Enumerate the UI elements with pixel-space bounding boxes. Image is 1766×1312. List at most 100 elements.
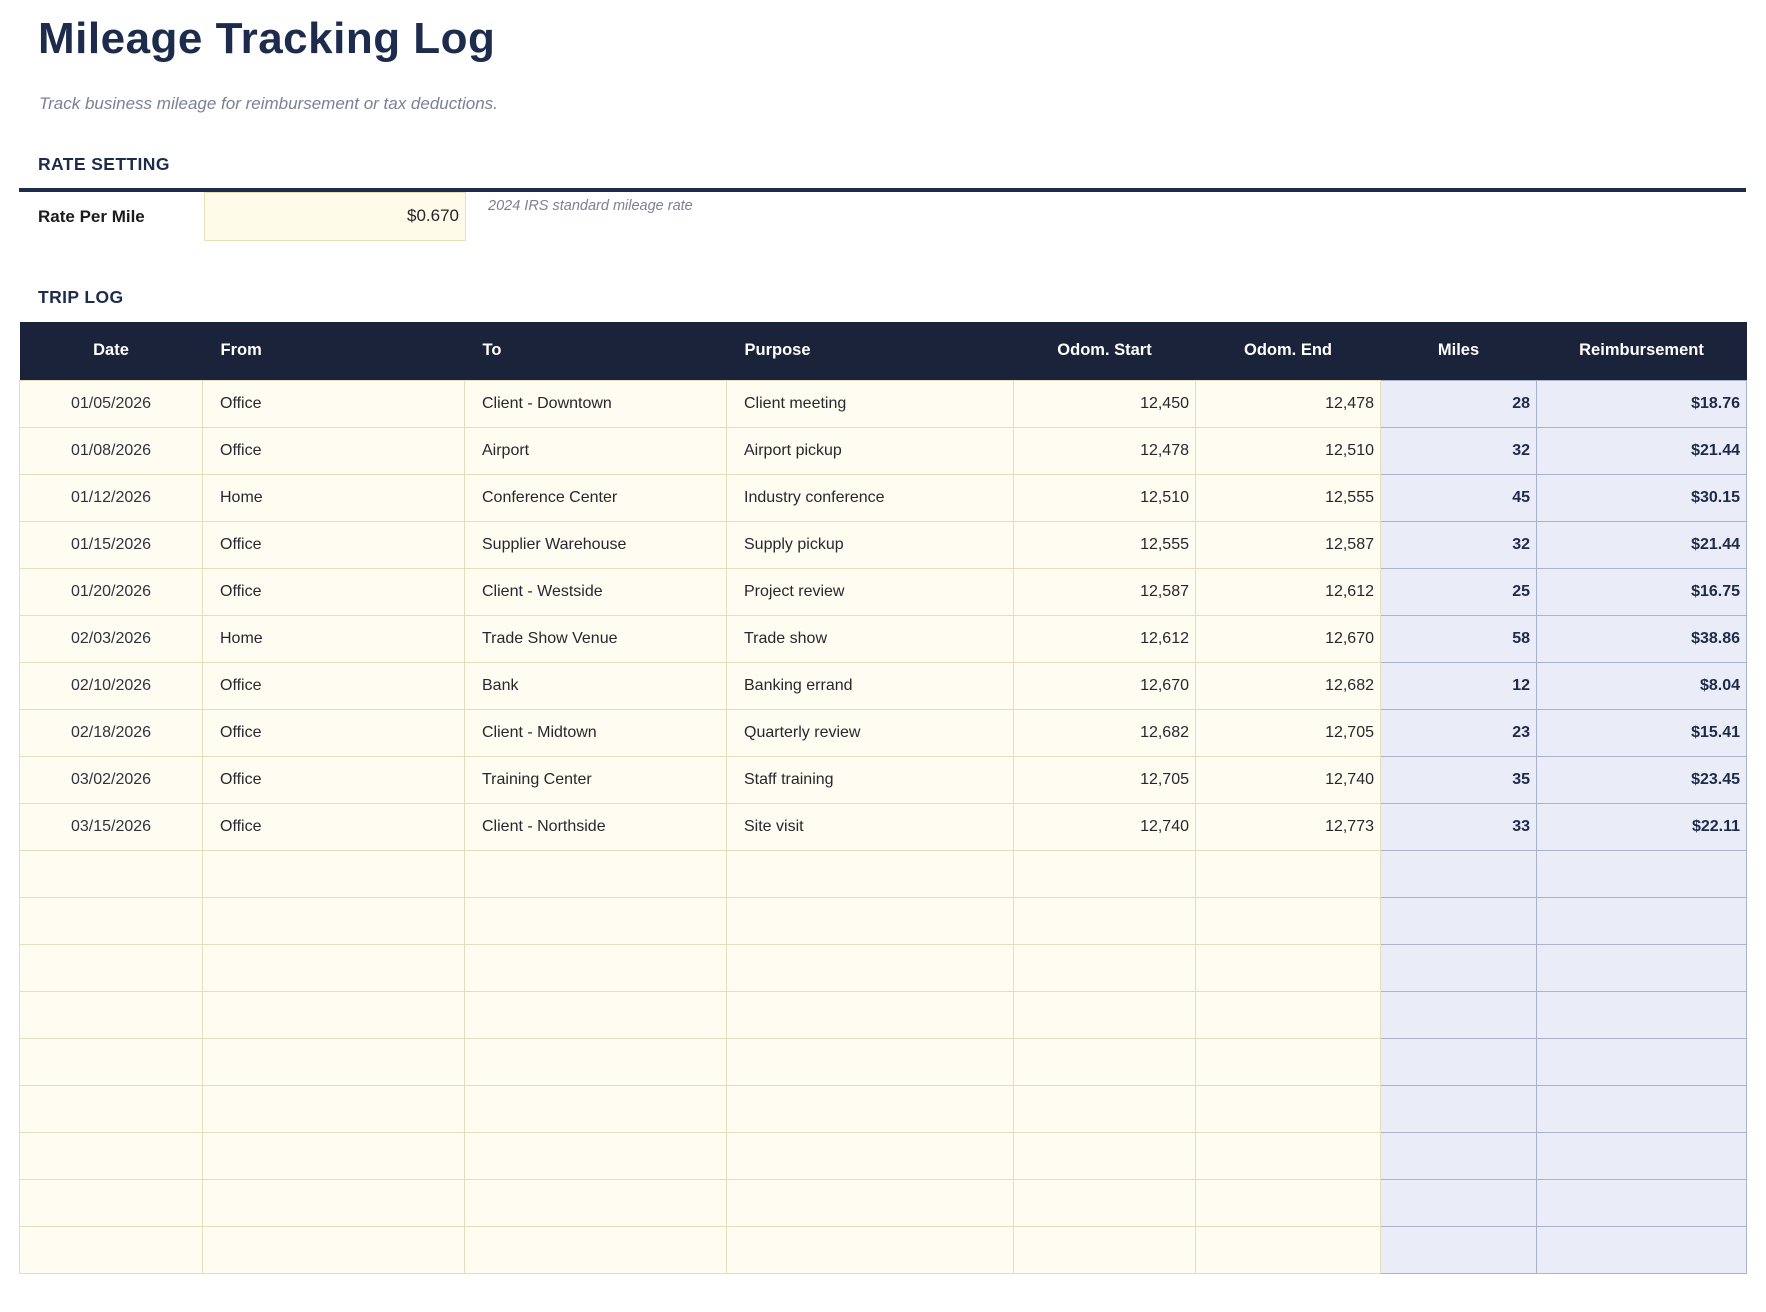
cell-miles[interactable] xyxy=(1381,1226,1537,1273)
cell-reimbursement[interactable] xyxy=(1537,944,1747,991)
cell-date[interactable] xyxy=(20,1132,203,1179)
cell-to[interactable] xyxy=(465,1085,727,1132)
cell-odom-end[interactable]: 12,478 xyxy=(1196,380,1381,427)
cell-purpose[interactable]: Trade show xyxy=(727,615,1014,662)
cell-reimbursement[interactable]: $22.11 xyxy=(1537,803,1747,850)
cell-reimbursement[interactable]: $16.75 xyxy=(1537,568,1747,615)
cell-odom-end[interactable] xyxy=(1196,991,1381,1038)
cell-odom-start[interactable]: 12,682 xyxy=(1014,709,1196,756)
cell-reimbursement[interactable]: $21.44 xyxy=(1537,427,1747,474)
cell-odom-end[interactable]: 12,705 xyxy=(1196,709,1381,756)
cell-miles[interactable] xyxy=(1381,991,1537,1038)
cell-date[interactable] xyxy=(20,850,203,897)
cell-date[interactable]: 01/15/2026 xyxy=(20,521,203,568)
cell-purpose[interactable] xyxy=(727,1132,1014,1179)
cell-from[interactable]: Home xyxy=(203,615,465,662)
cell-odom-start[interactable] xyxy=(1014,850,1196,897)
cell-from[interactable]: Home xyxy=(203,474,465,521)
cell-odom-end[interactable]: 12,773 xyxy=(1196,803,1381,850)
cell-to[interactable]: Conference Center xyxy=(465,474,727,521)
cell-from[interactable] xyxy=(203,944,465,991)
cell-miles[interactable]: 32 xyxy=(1381,521,1537,568)
cell-purpose[interactable] xyxy=(727,1038,1014,1085)
cell-to[interactable]: Airport xyxy=(465,427,727,474)
cell-odom-start[interactable]: 12,555 xyxy=(1014,521,1196,568)
cell-purpose[interactable]: Supply pickup xyxy=(727,521,1014,568)
cell-reimbursement[interactable] xyxy=(1537,1226,1747,1273)
cell-purpose[interactable]: Site visit xyxy=(727,803,1014,850)
cell-reimbursement[interactable]: $21.44 xyxy=(1537,521,1747,568)
cell-reimbursement[interactable]: $23.45 xyxy=(1537,756,1747,803)
cell-odom-end[interactable] xyxy=(1196,1226,1381,1273)
cell-date[interactable]: 02/18/2026 xyxy=(20,709,203,756)
cell-from[interactable]: Office xyxy=(203,756,465,803)
cell-odom-start[interactable]: 12,510 xyxy=(1014,474,1196,521)
cell-reimbursement[interactable] xyxy=(1537,1085,1747,1132)
cell-miles[interactable]: 28 xyxy=(1381,380,1537,427)
cell-miles[interactable] xyxy=(1381,1038,1537,1085)
cell-odom-start[interactable]: 12,612 xyxy=(1014,615,1196,662)
cell-miles[interactable] xyxy=(1381,1132,1537,1179)
cell-miles[interactable] xyxy=(1381,944,1537,991)
cell-odom-end[interactable] xyxy=(1196,850,1381,897)
rate-per-mile-input[interactable]: $0.670 xyxy=(204,192,466,241)
cell-reimbursement[interactable] xyxy=(1537,1038,1747,1085)
cell-to[interactable]: Trade Show Venue xyxy=(465,615,727,662)
cell-miles[interactable]: 33 xyxy=(1381,803,1537,850)
cell-odom-end[interactable] xyxy=(1196,944,1381,991)
cell-from[interactable] xyxy=(203,1179,465,1226)
cell-purpose[interactable] xyxy=(727,1226,1014,1273)
cell-odom-end[interactable]: 12,510 xyxy=(1196,427,1381,474)
cell-to[interactable] xyxy=(465,1132,727,1179)
cell-from[interactable]: Office xyxy=(203,380,465,427)
cell-odom-end[interactable] xyxy=(1196,1132,1381,1179)
cell-from[interactable] xyxy=(203,897,465,944)
cell-to[interactable]: Client - Midtown xyxy=(465,709,727,756)
cell-from[interactable] xyxy=(203,1085,465,1132)
cell-from[interactable]: Office xyxy=(203,568,465,615)
cell-date[interactable] xyxy=(20,944,203,991)
cell-date[interactable] xyxy=(20,1085,203,1132)
cell-date[interactable]: 01/05/2026 xyxy=(20,380,203,427)
cell-odom-end[interactable] xyxy=(1196,897,1381,944)
cell-purpose[interactable]: Banking errand xyxy=(727,662,1014,709)
cell-from[interactable]: Office xyxy=(203,427,465,474)
cell-odom-start[interactable]: 12,670 xyxy=(1014,662,1196,709)
cell-miles[interactable] xyxy=(1381,1179,1537,1226)
cell-miles[interactable] xyxy=(1381,1085,1537,1132)
cell-purpose[interactable]: Industry conference xyxy=(727,474,1014,521)
cell-to[interactable]: Client - Downtown xyxy=(465,380,727,427)
cell-purpose[interactable] xyxy=(727,1085,1014,1132)
cell-odom-end[interactable]: 12,740 xyxy=(1196,756,1381,803)
cell-date[interactable] xyxy=(20,1179,203,1226)
cell-reimbursement[interactable]: $30.15 xyxy=(1537,474,1747,521)
cell-reimbursement[interactable]: $38.86 xyxy=(1537,615,1747,662)
cell-odom-start[interactable]: 12,450 xyxy=(1014,380,1196,427)
cell-purpose[interactable] xyxy=(727,991,1014,1038)
cell-to[interactable] xyxy=(465,1226,727,1273)
cell-reimbursement[interactable] xyxy=(1537,897,1747,944)
cell-to[interactable]: Client - Westside xyxy=(465,568,727,615)
cell-from[interactable] xyxy=(203,1226,465,1273)
cell-odom-start[interactable] xyxy=(1014,991,1196,1038)
cell-odom-start[interactable]: 12,740 xyxy=(1014,803,1196,850)
cell-odom-end[interactable]: 12,555 xyxy=(1196,474,1381,521)
cell-date[interactable]: 03/15/2026 xyxy=(20,803,203,850)
cell-from[interactable]: Office xyxy=(203,803,465,850)
cell-miles[interactable]: 12 xyxy=(1381,662,1537,709)
cell-odom-start[interactable]: 12,587 xyxy=(1014,568,1196,615)
cell-purpose[interactable]: Airport pickup xyxy=(727,427,1014,474)
cell-from[interactable]: Office xyxy=(203,521,465,568)
cell-reimbursement[interactable] xyxy=(1537,991,1747,1038)
cell-from[interactable] xyxy=(203,1038,465,1085)
cell-purpose[interactable] xyxy=(727,850,1014,897)
cell-miles[interactable]: 23 xyxy=(1381,709,1537,756)
cell-miles[interactable] xyxy=(1381,897,1537,944)
cell-date[interactable] xyxy=(20,1038,203,1085)
cell-odom-end[interactable] xyxy=(1196,1038,1381,1085)
cell-from[interactable] xyxy=(203,991,465,1038)
cell-to[interactable] xyxy=(465,1179,727,1226)
cell-odom-start[interactable] xyxy=(1014,897,1196,944)
cell-from[interactable]: Office xyxy=(203,709,465,756)
cell-odom-end[interactable] xyxy=(1196,1085,1381,1132)
